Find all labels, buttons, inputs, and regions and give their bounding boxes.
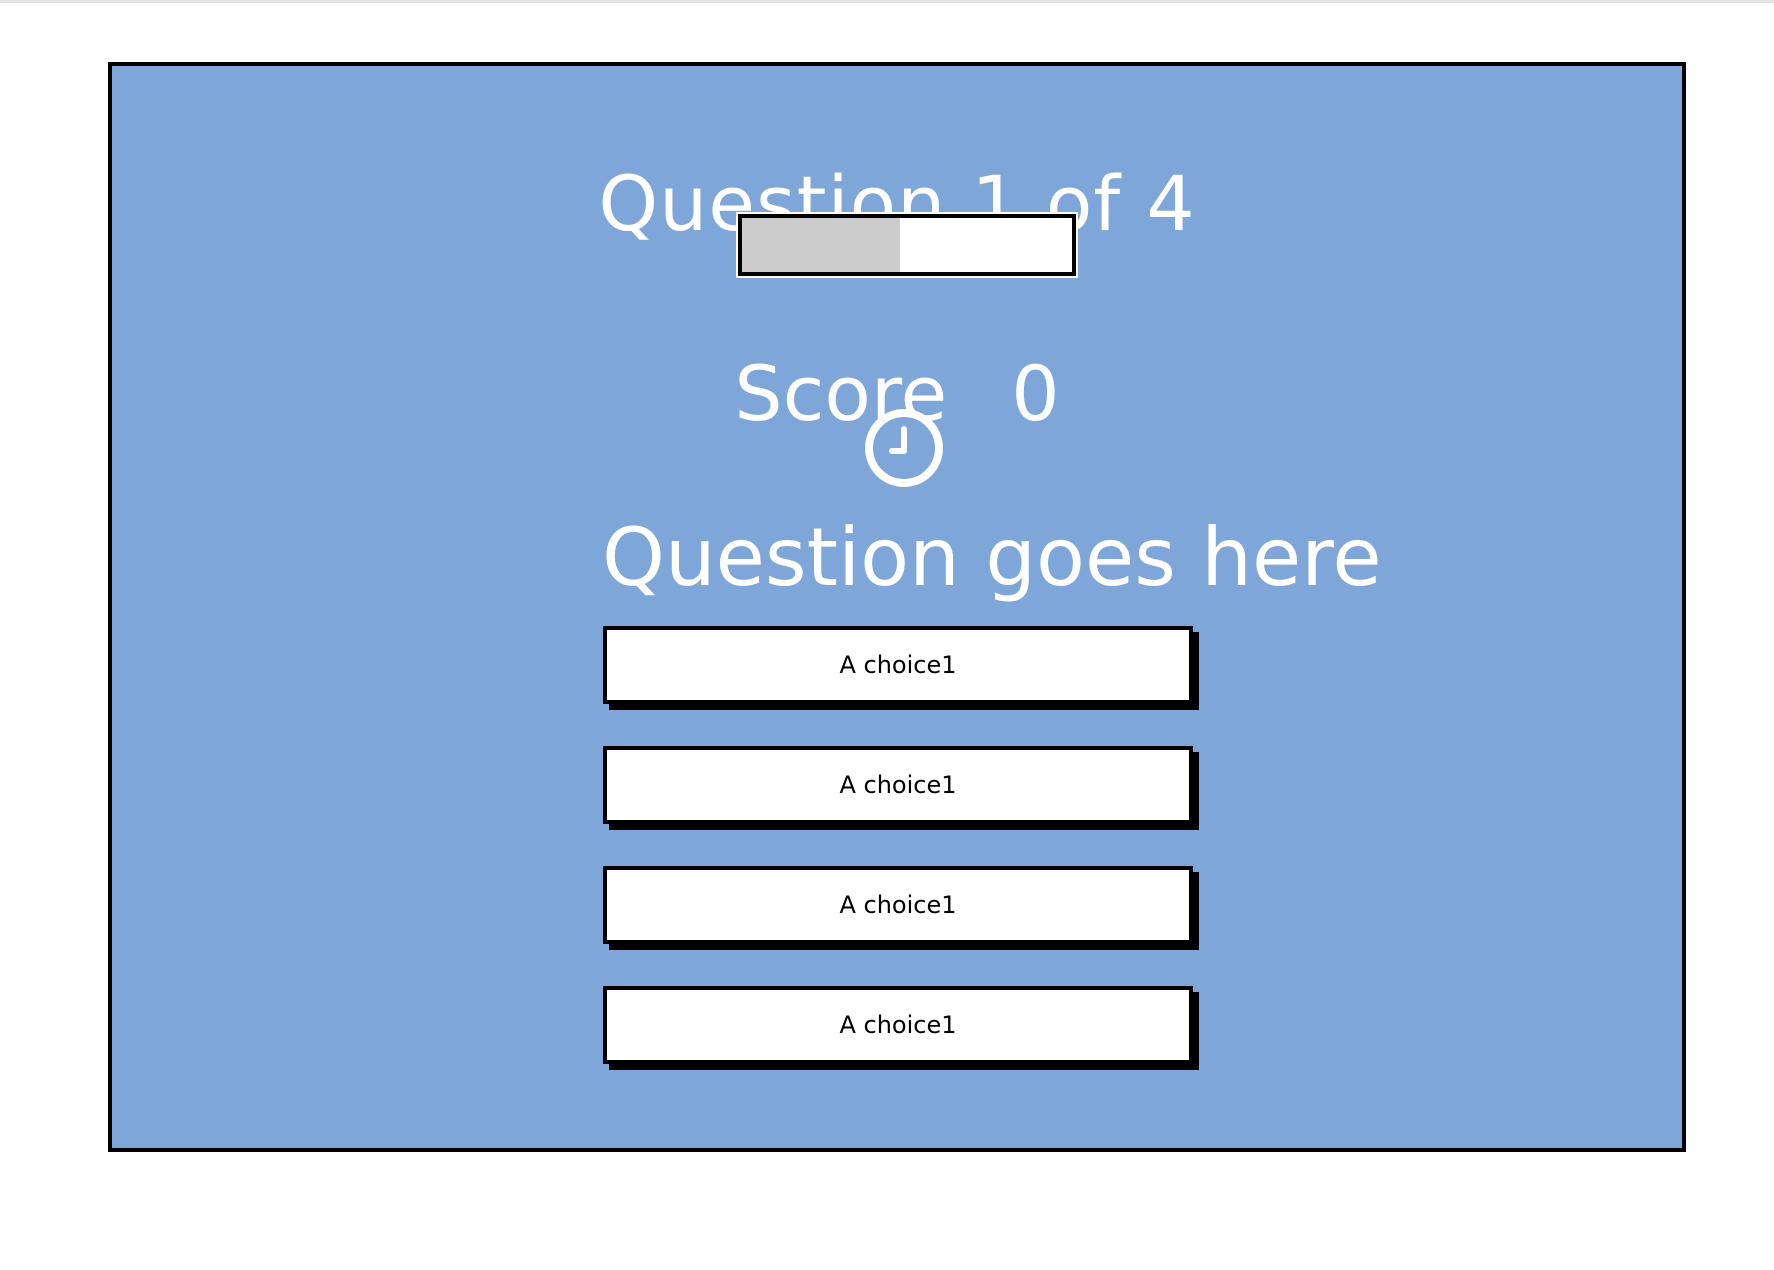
progress-bar-fill [742,218,901,272]
quiz-panel: Question 1 of 4 Score 0 Question goes her… [108,62,1686,1152]
question-text: Question goes here [602,511,1382,604]
choice-button-3[interactable]: A choice1 [603,866,1193,944]
choice-label: A choice1 [839,891,957,919]
progress-bar [738,214,1076,276]
choice-button-2[interactable]: A choice1 [603,746,1193,824]
clock-icon [865,409,943,487]
choice-button-4[interactable]: A choice1 [603,986,1193,1064]
choice-label: A choice1 [839,651,957,679]
choice-list: A choice1 A choice1 A choice1 A choice1 [603,626,1203,1106]
choice-label: A choice1 [839,771,957,799]
choice-label: A choice1 [839,1011,957,1039]
score-value: 0 [1011,349,1060,438]
choice-button-1[interactable]: A choice1 [603,626,1193,704]
top-divider [0,0,1774,3]
